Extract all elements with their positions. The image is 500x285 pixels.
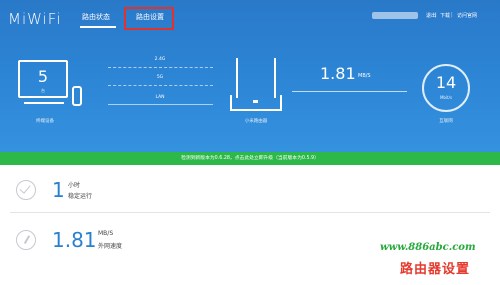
divider: | bbox=[435, 12, 437, 18]
internet-label: 互联网 bbox=[439, 119, 453, 124]
uptime-value: 1 bbox=[52, 178, 65, 202]
band-label-lan: LAN bbox=[155, 95, 165, 100]
router-antenna-right bbox=[274, 58, 276, 98]
tab-router-status[interactable]: 路由状态 bbox=[82, 12, 110, 22]
uptime-unit: 小时 bbox=[68, 182, 81, 189]
monitor-stand bbox=[24, 102, 64, 104]
watermark-url: www.886abc.com bbox=[380, 242, 476, 253]
device-count-unit: 台 bbox=[41, 88, 45, 93]
gauge-needle bbox=[23, 235, 30, 244]
band-label-24g: 2.4G bbox=[154, 57, 166, 62]
internet-unit: Mbit/s bbox=[439, 95, 453, 100]
band-label-5g: 5G bbox=[156, 75, 164, 80]
active-tab-indicator bbox=[80, 26, 116, 28]
internet-value: 14 bbox=[435, 73, 457, 92]
speed-unit: MB/S bbox=[358, 73, 371, 79]
speed-line bbox=[292, 91, 407, 92]
devices-label: 终端设备 bbox=[36, 119, 54, 124]
device-count: 5 bbox=[37, 67, 49, 86]
router-led bbox=[253, 100, 258, 103]
divider: | bbox=[451, 12, 453, 18]
router-label: 小米路由器 bbox=[244, 119, 268, 124]
user-account[interactable] bbox=[372, 12, 418, 19]
watermark-text: 路由器设置 bbox=[400, 262, 471, 277]
app-logo: MiWiFi bbox=[8, 10, 62, 28]
upgrade-notice[interactable]: 检测到新版本为0.6.28，点击此处立即升级（当前版本为0.5.9） bbox=[0, 152, 500, 165]
band-line-24g bbox=[108, 67, 213, 68]
gauge-icon bbox=[16, 230, 36, 250]
uptime-label: 稳定运行 bbox=[68, 193, 93, 200]
router-antenna-left bbox=[236, 58, 238, 98]
wan-speed-unit: MB/S bbox=[98, 230, 114, 237]
check-circle-icon bbox=[16, 180, 36, 200]
download-link[interactable]: 下载 bbox=[440, 12, 450, 19]
header-area: MiWiFi 路由状态 路由设置 退出 | 下载 | 访问官网 5 台 终端设备… bbox=[0, 0, 500, 152]
settings-tab-highlight bbox=[124, 7, 174, 30]
row-divider bbox=[10, 212, 490, 213]
band-line-lan bbox=[108, 104, 213, 105]
check-mark bbox=[19, 182, 31, 194]
speed-value: 1.81 bbox=[320, 64, 356, 83]
phone-icon bbox=[72, 86, 82, 106]
wan-speed-value: 1.81 bbox=[52, 228, 97, 252]
router-icon[interactable] bbox=[230, 95, 282, 111]
wan-speed-label: 外网速度 bbox=[98, 243, 123, 250]
band-line-5g bbox=[108, 85, 213, 86]
official-site-link[interactable]: 访问官网 bbox=[457, 12, 477, 19]
